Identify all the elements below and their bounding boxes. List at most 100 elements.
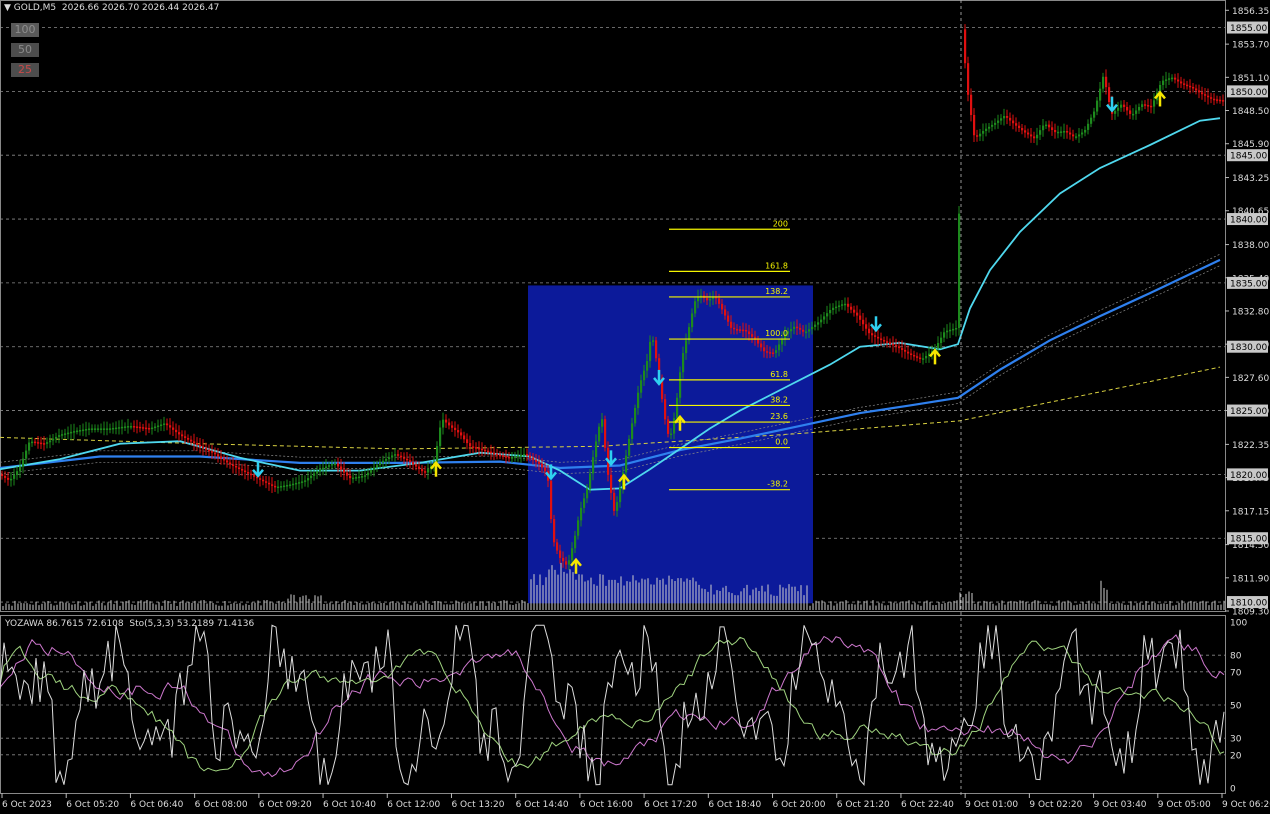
candle-body: [916, 356, 919, 358]
candle-body: [502, 455, 505, 457]
candle-body: [832, 307, 835, 311]
candle-body: [223, 458, 226, 461]
candle-body: [646, 361, 649, 371]
fib-level-label: 0.0: [775, 438, 788, 447]
candle-body: [1009, 117, 1012, 121]
candle-body: [70, 431, 73, 434]
price-tick-label: 1827.60: [1232, 374, 1269, 384]
oscillator-label: YOZAWA 86.7615 72.6108 Sto(5,3,3) 53.218…: [5, 619, 255, 629]
candle-body: [655, 340, 658, 359]
candle-body: [304, 480, 307, 482]
time-axis-label: 9 Oct 06:20: [1222, 800, 1270, 810]
candle-body: [970, 94, 973, 115]
candle-body: [283, 485, 286, 488]
symbol-label: GOLD,M5: [13, 3, 57, 13]
time-axis-label: 6 Oct 17:20: [644, 800, 697, 810]
candle-body: [1087, 123, 1090, 130]
candle-body: [175, 429, 178, 433]
price-level-label: 1815.00: [1230, 535, 1267, 545]
candle-body: [1195, 88, 1198, 91]
candle-body: [1018, 125, 1021, 129]
candle-body: [517, 455, 520, 458]
candle-body: [925, 355, 928, 359]
candle-body: [811, 326, 814, 330]
zoom-50-button[interactable]: 50: [11, 43, 39, 57]
candle-body: [685, 340, 688, 354]
candle-body: [328, 465, 331, 467]
candle-body: [202, 446, 205, 449]
candle-body: [46, 442, 49, 444]
candle-body: [382, 460, 385, 463]
candle-body: [628, 438, 631, 456]
triangle-down-icon[interactable]: ▼: [4, 3, 11, 13]
fib-level-label: 161.8: [765, 261, 788, 270]
price-level-label: 1835.00: [1230, 279, 1267, 289]
candle-body: [1105, 76, 1108, 88]
candle-body: [706, 297, 709, 301]
candle-body: [904, 349, 907, 352]
candle-body: [862, 319, 865, 325]
candle-body: [1090, 117, 1093, 124]
candle-body: [985, 128, 988, 132]
candle-body: [829, 310, 832, 314]
candle-body: [1, 474, 4, 476]
candle-body: [1165, 79, 1168, 81]
candle-body: [295, 482, 298, 485]
candle-body: [343, 469, 346, 473]
time-axis-label: 6 Oct 2023: [2, 800, 52, 810]
candle-body: [97, 428, 100, 430]
candle-body: [250, 473, 253, 476]
candle-body: [388, 457, 391, 460]
candle-body: [604, 419, 607, 448]
candle-body: [1210, 97, 1213, 99]
candle-body: [52, 438, 55, 441]
candle-body: [1027, 132, 1030, 135]
candle-body: [1072, 134, 1075, 137]
candle-body: [1153, 100, 1156, 107]
fib-level-label: 38.2: [770, 395, 788, 404]
candle-body: [298, 482, 301, 484]
candle-body: [676, 397, 679, 419]
price-tick-label: 1851.10: [1232, 74, 1269, 84]
candle-body: [235, 465, 238, 468]
candle-body: [793, 326, 796, 329]
candle-body: [346, 472, 349, 476]
candle-body: [541, 463, 544, 468]
candle-body: [1204, 94, 1207, 96]
zoom-25-button[interactable]: 25: [11, 63, 39, 77]
candle-body: [469, 443, 472, 447]
candle-body: [28, 442, 31, 451]
candle-body: [679, 372, 682, 398]
candle-body: [457, 430, 460, 433]
price-tick-label: 1838.00: [1232, 241, 1269, 251]
candle-body: [445, 419, 448, 423]
candle-body: [892, 343, 895, 346]
candle-body: [1054, 129, 1057, 133]
candle-body: [757, 339, 760, 344]
candle-body: [196, 443, 199, 445]
candle-body: [448, 422, 451, 426]
candle-body: [244, 470, 247, 473]
oscillator-tick-label: 20: [1230, 751, 1242, 761]
candle-body: [121, 426, 124, 429]
candle-body: [463, 435, 466, 440]
chart-canvas[interactable]: 1856.35 1853.70 1851.10 1848.50 1845.90 1843.…: [0, 0, 1270, 814]
candle-body: [616, 502, 619, 511]
candle-body: [154, 426, 157, 429]
candle-body: [187, 437, 190, 440]
candle-body: [937, 343, 940, 349]
candle-body: [505, 456, 508, 458]
candle-body: [586, 488, 589, 499]
candle-body: [238, 467, 241, 470]
candle-body: [136, 426, 139, 428]
candle-body: [691, 313, 694, 328]
fib-level-label: 200: [773, 219, 788, 228]
zoom-100-button[interactable]: 100: [11, 23, 39, 37]
candle-body: [199, 444, 202, 447]
candle-body: [1081, 132, 1084, 135]
candle-body: [325, 466, 328, 469]
candle-body: [598, 426, 601, 442]
candle-body: [772, 352, 775, 355]
candle-body: [253, 475, 256, 477]
time-axis-label: 9 Oct 02:20: [1029, 800, 1082, 810]
